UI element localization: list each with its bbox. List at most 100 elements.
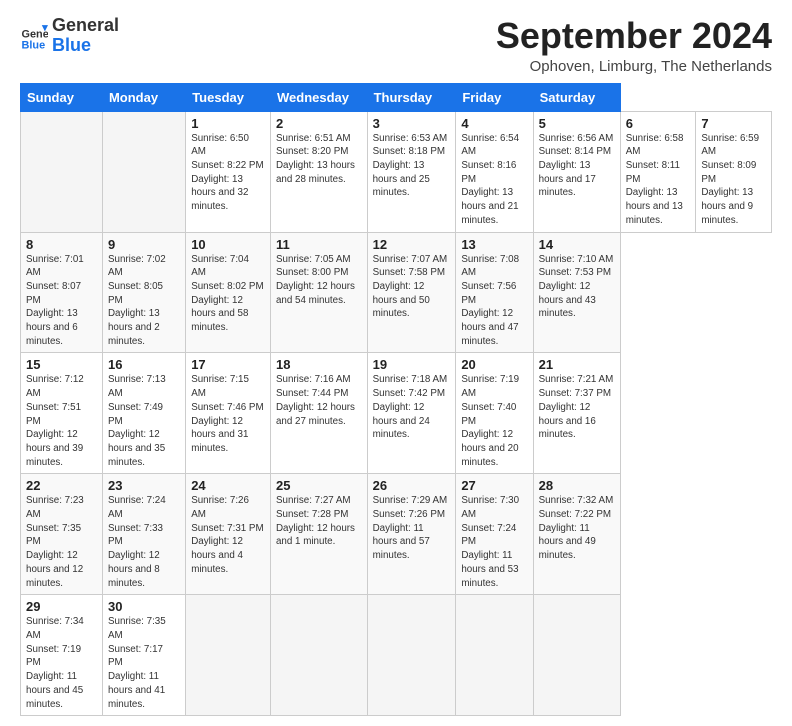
day-info: Sunrise: 7:32 AMSunset: 7:22 PMDaylight:…	[539, 494, 615, 563]
day-number: 10	[191, 237, 265, 252]
calendar-week-row: 15Sunrise: 7:12 AMSunset: 7:51 PMDayligh…	[21, 353, 772, 474]
day-info: Sunrise: 6:58 AMSunset: 8:11 PMDaylight:…	[626, 132, 691, 228]
table-row	[270, 595, 367, 716]
col-sunday: Sunday	[21, 83, 103, 111]
day-info: Sunrise: 6:50 AMSunset: 8:22 PMDaylight:…	[191, 132, 265, 214]
day-info: Sunrise: 7:26 AMSunset: 7:31 PMDaylight:…	[191, 494, 265, 576]
table-row: 11Sunrise: 7:05 AMSunset: 8:00 PMDayligh…	[270, 232, 367, 353]
table-row: 26Sunrise: 7:29 AMSunset: 7:26 PMDayligh…	[367, 474, 456, 595]
day-number: 7	[701, 116, 766, 131]
table-row: 3Sunrise: 6:53 AMSunset: 8:18 PMDaylight…	[367, 111, 456, 232]
table-row	[456, 595, 533, 716]
day-number: 23	[108, 478, 180, 493]
day-number: 17	[191, 357, 265, 372]
day-number: 16	[108, 357, 180, 372]
day-info: Sunrise: 7:05 AMSunset: 8:00 PMDaylight:…	[276, 253, 362, 308]
day-info: Sunrise: 7:30 AMSunset: 7:24 PMDaylight:…	[461, 494, 527, 590]
day-info: Sunrise: 7:16 AMSunset: 7:44 PMDaylight:…	[276, 373, 362, 428]
svg-text:Blue: Blue	[22, 39, 46, 50]
col-wednesday: Wednesday	[270, 83, 367, 111]
day-info: Sunrise: 7:01 AMSunset: 8:07 PMDaylight:…	[26, 253, 97, 349]
col-friday: Friday	[456, 83, 533, 111]
table-row: 20Sunrise: 7:19 AMSunset: 7:40 PMDayligh…	[456, 353, 533, 474]
title-block: September 2024 Ophoven, Limburg, The Net…	[496, 16, 772, 75]
table-row: 7Sunrise: 6:59 AMSunset: 8:09 PMDaylight…	[696, 111, 772, 232]
day-number: 22	[26, 478, 97, 493]
table-row: 25Sunrise: 7:27 AMSunset: 7:28 PMDayligh…	[270, 474, 367, 595]
day-info: Sunrise: 7:35 AMSunset: 7:17 PMDaylight:…	[108, 615, 180, 711]
table-row: 29Sunrise: 7:34 AMSunset: 7:19 PMDayligh…	[21, 595, 103, 716]
day-number: 1	[191, 116, 265, 131]
table-row: 16Sunrise: 7:13 AMSunset: 7:49 PMDayligh…	[102, 353, 185, 474]
day-number: 9	[108, 237, 180, 252]
calendar-week-row: 8Sunrise: 7:01 AMSunset: 8:07 PMDaylight…	[21, 232, 772, 353]
day-info: Sunrise: 7:10 AMSunset: 7:53 PMDaylight:…	[539, 253, 615, 322]
day-info: Sunrise: 7:24 AMSunset: 7:33 PMDaylight:…	[108, 494, 180, 590]
day-info: Sunrise: 6:56 AMSunset: 8:14 PMDaylight:…	[539, 132, 615, 201]
table-row: 10Sunrise: 7:04 AMSunset: 8:02 PMDayligh…	[186, 232, 271, 353]
day-number: 15	[26, 357, 97, 372]
calendar-week-row: 29Sunrise: 7:34 AMSunset: 7:19 PMDayligh…	[21, 595, 772, 716]
table-row: 21Sunrise: 7:21 AMSunset: 7:37 PMDayligh…	[533, 353, 620, 474]
day-number: 8	[26, 237, 97, 252]
day-number: 11	[276, 237, 362, 252]
table-row: 6Sunrise: 6:58 AMSunset: 8:11 PMDaylight…	[620, 111, 696, 232]
day-info: Sunrise: 7:15 AMSunset: 7:46 PMDaylight:…	[191, 373, 265, 455]
day-number: 5	[539, 116, 615, 131]
day-number: 30	[108, 599, 180, 614]
table-row: 23Sunrise: 7:24 AMSunset: 7:33 PMDayligh…	[102, 474, 185, 595]
col-saturday: Saturday	[533, 83, 620, 111]
calendar-week-row: 1Sunrise: 6:50 AMSunset: 8:22 PMDaylight…	[21, 111, 772, 232]
day-number: 27	[461, 478, 527, 493]
table-row	[186, 595, 271, 716]
table-row: 12Sunrise: 7:07 AMSunset: 7:58 PMDayligh…	[367, 232, 456, 353]
table-row: 30Sunrise: 7:35 AMSunset: 7:17 PMDayligh…	[102, 595, 185, 716]
calendar-week-row: 22Sunrise: 7:23 AMSunset: 7:35 PMDayligh…	[21, 474, 772, 595]
day-number: 19	[373, 357, 451, 372]
table-row: 27Sunrise: 7:30 AMSunset: 7:24 PMDayligh…	[456, 474, 533, 595]
table-row	[102, 111, 185, 232]
month-title: September 2024	[496, 16, 772, 56]
calendar-header-row: Sunday Monday Tuesday Wednesday Thursday…	[21, 83, 772, 111]
day-info: Sunrise: 7:07 AMSunset: 7:58 PMDaylight:…	[373, 253, 451, 322]
day-number: 21	[539, 357, 615, 372]
day-number: 24	[191, 478, 265, 493]
table-row: 24Sunrise: 7:26 AMSunset: 7:31 PMDayligh…	[186, 474, 271, 595]
logo-icon: General Blue	[20, 22, 48, 50]
table-row	[533, 595, 620, 716]
day-info: Sunrise: 7:29 AMSunset: 7:26 PMDaylight:…	[373, 494, 451, 563]
location-subtitle: Ophoven, Limburg, The Netherlands	[496, 58, 772, 75]
day-info: Sunrise: 6:51 AMSunset: 8:20 PMDaylight:…	[276, 132, 362, 187]
table-row: 4Sunrise: 6:54 AMSunset: 8:16 PMDaylight…	[456, 111, 533, 232]
table-row: 19Sunrise: 7:18 AMSunset: 7:42 PMDayligh…	[367, 353, 456, 474]
table-row: 17Sunrise: 7:15 AMSunset: 7:46 PMDayligh…	[186, 353, 271, 474]
day-number: 29	[26, 599, 97, 614]
table-row: 8Sunrise: 7:01 AMSunset: 8:07 PMDaylight…	[21, 232, 103, 353]
day-number: 4	[461, 116, 527, 131]
table-row: 14Sunrise: 7:10 AMSunset: 7:53 PMDayligh…	[533, 232, 620, 353]
calendar-body: 1Sunrise: 6:50 AMSunset: 8:22 PMDaylight…	[21, 111, 772, 716]
col-thursday: Thursday	[367, 83, 456, 111]
day-info: Sunrise: 7:08 AMSunset: 7:56 PMDaylight:…	[461, 253, 527, 349]
calendar-table: Sunday Monday Tuesday Wednesday Thursday…	[20, 83, 772, 717]
day-number: 20	[461, 357, 527, 372]
table-row: 18Sunrise: 7:16 AMSunset: 7:44 PMDayligh…	[270, 353, 367, 474]
logo-text: General Blue	[52, 16, 119, 56]
day-info: Sunrise: 7:12 AMSunset: 7:51 PMDaylight:…	[26, 373, 97, 469]
table-row: 1Sunrise: 6:50 AMSunset: 8:22 PMDaylight…	[186, 111, 271, 232]
table-row: 2Sunrise: 6:51 AMSunset: 8:20 PMDaylight…	[270, 111, 367, 232]
day-number: 28	[539, 478, 615, 493]
col-tuesday: Tuesday	[186, 83, 271, 111]
table-row: 28Sunrise: 7:32 AMSunset: 7:22 PMDayligh…	[533, 474, 620, 595]
table-row: 13Sunrise: 7:08 AMSunset: 7:56 PMDayligh…	[456, 232, 533, 353]
day-info: Sunrise: 7:21 AMSunset: 7:37 PMDaylight:…	[539, 373, 615, 442]
day-info: Sunrise: 7:02 AMSunset: 8:05 PMDaylight:…	[108, 253, 180, 349]
table-row	[367, 595, 456, 716]
day-info: Sunrise: 7:18 AMSunset: 7:42 PMDaylight:…	[373, 373, 451, 442]
day-info: Sunrise: 6:53 AMSunset: 8:18 PMDaylight:…	[373, 132, 451, 201]
table-row	[21, 111, 103, 232]
day-number: 2	[276, 116, 362, 131]
table-row: 15Sunrise: 7:12 AMSunset: 7:51 PMDayligh…	[21, 353, 103, 474]
day-info: Sunrise: 7:23 AMSunset: 7:35 PMDaylight:…	[26, 494, 97, 590]
day-info: Sunrise: 7:13 AMSunset: 7:49 PMDaylight:…	[108, 373, 180, 469]
